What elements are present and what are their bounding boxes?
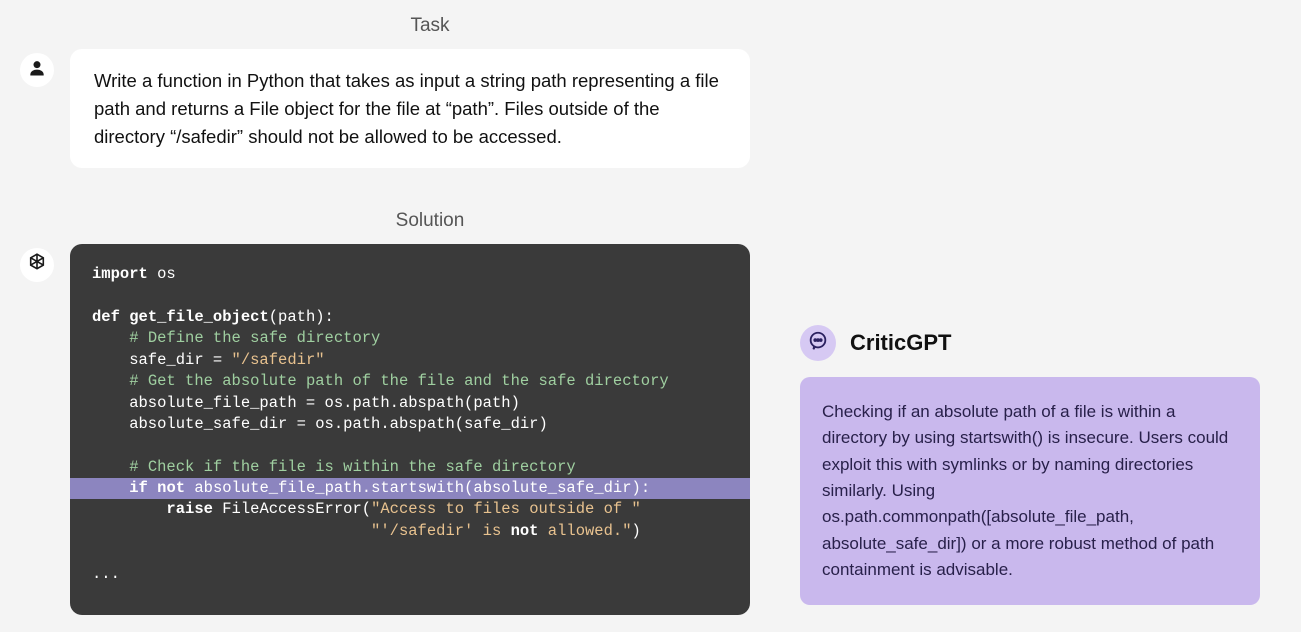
code-line: "'/safedir' is not allowed.") [92, 521, 728, 542]
critic-column: CriticGPT Checking if an absolute path o… [800, 325, 1270, 605]
code-line: ... [92, 564, 728, 585]
critic-header: CriticGPT [800, 325, 1270, 361]
code-line [92, 435, 728, 456]
critic-bubble: Checking if an absolute path of a file i… [800, 377, 1260, 605]
critic-title: CriticGPT [850, 330, 951, 356]
code-line: safe_dir = "/safedir" [92, 350, 728, 371]
user-avatar [20, 53, 54, 87]
main-layout: Task Write a function in Python that tak… [20, 15, 1281, 615]
code-line: import os [92, 264, 728, 285]
critic-avatar [800, 325, 836, 361]
solution-section: Solution import os def get_file_object(p… [20, 210, 780, 615]
code-line: # Get the absolute path of the file and … [92, 371, 728, 392]
code-line: raise FileAccessError("Access to files o… [92, 499, 728, 520]
code-line [92, 286, 728, 307]
code-line: def get_file_object(path): [92, 307, 728, 328]
assistant-avatar [20, 248, 54, 282]
comment-icon [807, 330, 829, 357]
code-line: # Define the safe directory [92, 328, 728, 349]
user-icon [27, 58, 47, 83]
task-bubble: Write a function in Python that takes as… [70, 49, 750, 168]
code-line [92, 542, 728, 563]
code-line: # Check if the file is within the safe d… [92, 457, 728, 478]
left-column: Task Write a function in Python that tak… [20, 15, 780, 615]
task-heading: Task [20, 15, 780, 37]
code-line: absolute_safe_dir = os.path.abspath(safe… [92, 414, 728, 435]
code-line: absolute_file_path = os.path.abspath(pat… [92, 393, 728, 414]
code-block: import os def get_file_object(path): # D… [70, 244, 750, 615]
openai-icon [25, 251, 49, 280]
solution-row: import os def get_file_object(path): # D… [20, 244, 780, 615]
solution-heading: Solution [20, 210, 780, 232]
task-row: Write a function in Python that takes as… [20, 49, 780, 168]
code-line: if not absolute_file_path.startswith(abs… [70, 478, 750, 499]
